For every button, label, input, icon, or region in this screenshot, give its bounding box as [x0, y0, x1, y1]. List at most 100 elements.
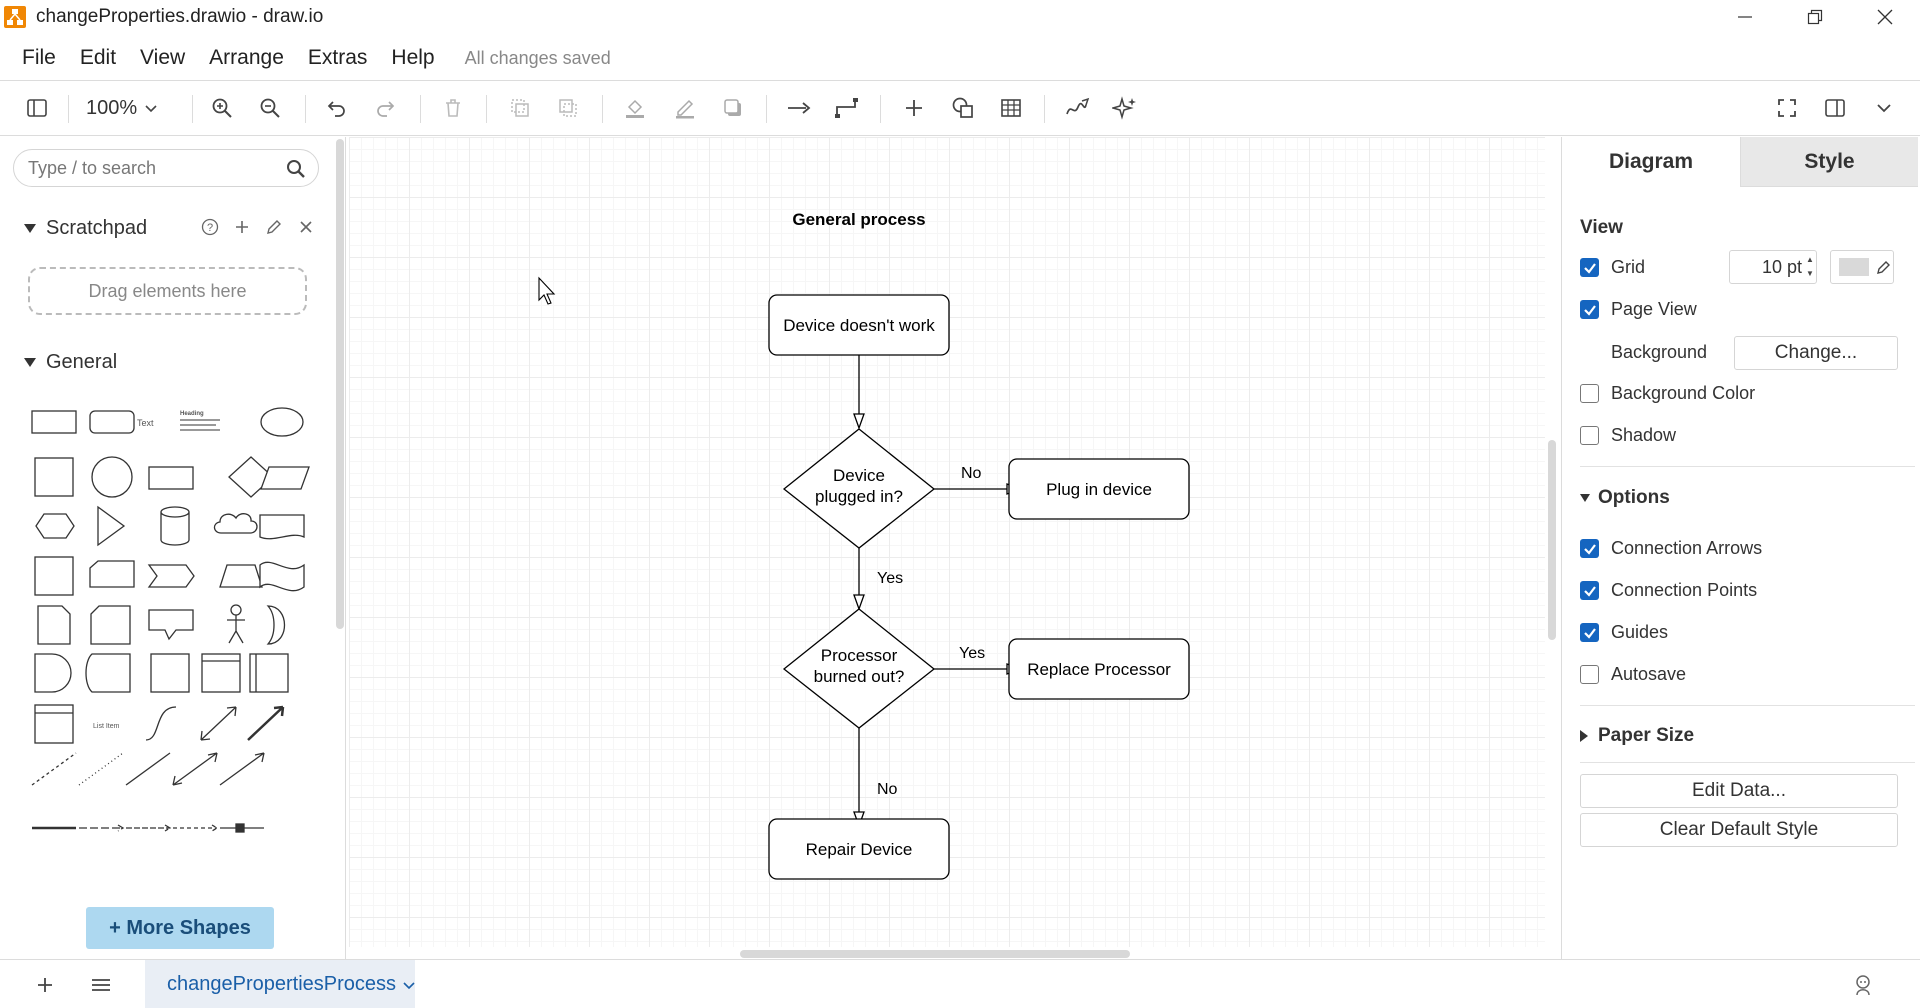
- restore-icon[interactable]: [1780, 0, 1850, 34]
- fullscreen-icon[interactable]: [1770, 91, 1804, 125]
- edit-icon[interactable]: [264, 217, 284, 237]
- guides-checkbox[interactable]: [1580, 623, 1599, 642]
- to-back-icon[interactable]: [551, 91, 585, 125]
- delete-icon[interactable]: [436, 91, 470, 125]
- left-panel-scrollbar[interactable]: [336, 139, 344, 629]
- scratchpad-dropzone[interactable]: Drag elements here: [28, 267, 307, 315]
- directional-connector-shape: [219, 752, 265, 786]
- diagram-canvas[interactable]: General process Device doesn't work Devi…: [349, 137, 1545, 947]
- close-scratchpad-icon[interactable]: [296, 217, 316, 237]
- connection-points-checkbox[interactable]: [1580, 581, 1599, 600]
- clear-default-style-button[interactable]: Clear Default Style: [1580, 813, 1898, 847]
- fill-color-icon[interactable]: [618, 91, 652, 125]
- shapes-icon[interactable]: [946, 91, 980, 125]
- page-view-checkbox[interactable]: [1580, 300, 1599, 319]
- freehand-icon[interactable]: [1061, 91, 1095, 125]
- node-replace-label: Replace Processor: [1027, 660, 1171, 679]
- pages-menu-icon[interactable]: [88, 972, 114, 998]
- shadow-option[interactable]: Shadow: [1580, 425, 1676, 446]
- grid-color-button[interactable]: [1830, 250, 1894, 284]
- internal-storage-shape: [34, 556, 74, 596]
- node-plug-label: Plug in device: [1046, 480, 1152, 499]
- close-icon[interactable]: [1850, 0, 1920, 34]
- zoom-dropdown[interactable]: 100%: [86, 91, 159, 125]
- connection-arrows-checkbox[interactable]: [1580, 539, 1599, 558]
- sidebar-toggle-icon[interactable]: [20, 91, 54, 125]
- guides-label: Guides: [1611, 622, 1669, 642]
- node-d1-label-line1: Device: [833, 466, 885, 485]
- cloud-shape: [213, 513, 258, 534]
- menu-extras[interactable]: Extras: [308, 46, 368, 70]
- add-icon[interactable]: [232, 217, 252, 237]
- grid-option[interactable]: Grid: [1580, 257, 1645, 278]
- help-icon[interactable]: ?: [200, 217, 220, 237]
- shadow-icon[interactable]: [716, 91, 750, 125]
- connection-points-option[interactable]: Connection Points: [1580, 580, 1757, 601]
- ai-generate-icon[interactable]: [1108, 91, 1142, 125]
- search-icon[interactable]: [286, 159, 306, 184]
- canvas-horizontal-scrollbar[interactable]: [740, 950, 1130, 958]
- or-shape: [266, 605, 286, 645]
- search-input[interactable]: [28, 157, 268, 179]
- page-view-option[interactable]: Page View: [1580, 299, 1697, 320]
- bidirectional-arrow-shape: [200, 706, 237, 741]
- zoom-out-icon[interactable]: [253, 91, 287, 125]
- shape-search[interactable]: [13, 149, 319, 187]
- background-label: Background: [1611, 342, 1708, 362]
- zoom-in-icon[interactable]: [205, 91, 239, 125]
- canvas-vertical-scrollbar[interactable]: [1548, 440, 1556, 640]
- menu-file[interactable]: File: [22, 46, 56, 70]
- edit-data-button[interactable]: Edit Data...: [1580, 774, 1898, 808]
- insert-icon[interactable]: [897, 91, 931, 125]
- line-color-icon[interactable]: [668, 91, 702, 125]
- background-color-checkbox[interactable]: [1580, 384, 1599, 403]
- minimize-icon[interactable]: [1710, 0, 1780, 34]
- general-header[interactable]: General: [24, 351, 117, 374]
- format-panel-icon[interactable]: [1818, 91, 1852, 125]
- guides-option[interactable]: Guides: [1580, 622, 1668, 643]
- background-color-option[interactable]: Background Color: [1580, 383, 1755, 404]
- edge-label-d1-no: No: [961, 465, 982, 482]
- window-title: changeProperties.drawio - draw.io: [36, 6, 324, 27]
- tab-diagram[interactable]: Diagram: [1562, 137, 1740, 187]
- grid-checkbox[interactable]: [1580, 258, 1599, 277]
- menu-view[interactable]: View: [140, 46, 185, 70]
- page-view-label: Page View: [1611, 299, 1697, 319]
- grid-label: Grid: [1611, 257, 1646, 277]
- curve-shape: [145, 706, 177, 741]
- collapse-icon[interactable]: [1867, 91, 1901, 125]
- to-front-icon[interactable]: [503, 91, 537, 125]
- autosave-option[interactable]: Autosave: [1580, 664, 1686, 685]
- redo-icon[interactable]: [368, 91, 402, 125]
- feedback-icon[interactable]: [1850, 972, 1876, 998]
- node-repair-label: Repair Device: [806, 840, 913, 859]
- tab-style[interactable]: Style: [1740, 137, 1918, 187]
- table-icon[interactable]: [994, 91, 1028, 125]
- general-shapes-palette[interactable]: Text Heading List Item: [26, 395, 316, 905]
- autosave-checkbox[interactable]: [1580, 665, 1599, 684]
- view-section-title: View: [1580, 217, 1623, 238]
- shadow-checkbox[interactable]: [1580, 426, 1599, 445]
- waypoints-icon[interactable]: [830, 91, 864, 125]
- connection-icon[interactable]: [782, 91, 816, 125]
- menu-edit[interactable]: Edit: [80, 46, 116, 70]
- page-tab[interactable]: changePropertiesProcess: [145, 960, 415, 1008]
- undo-icon[interactable]: [320, 91, 354, 125]
- paper-size-header[interactable]: Paper Size: [1580, 725, 1694, 747]
- grid-size-spinner[interactable]: ▲ ▼: [1806, 253, 1814, 281]
- menu-help[interactable]: Help: [391, 46, 434, 70]
- add-page-icon[interactable]: [32, 972, 58, 998]
- menu-arrange[interactable]: Arrange: [209, 46, 284, 70]
- shapes-panel: Scratchpad ? Drag elements here General: [0, 137, 346, 959]
- heading-shape-label: Heading: [180, 411, 204, 417]
- container-square-shape: [150, 653, 190, 693]
- options-header[interactable]: Options: [1580, 487, 1670, 509]
- change-background-button[interactable]: Change...: [1734, 336, 1898, 370]
- chevron-down-icon: [145, 105, 157, 113]
- grid-size-input[interactable]: 10 pt: [1729, 250, 1817, 284]
- circle-shape: [91, 456, 133, 498]
- bidirectional-connector-shape: [172, 752, 218, 786]
- scratchpad-header[interactable]: Scratchpad: [24, 217, 147, 240]
- more-shapes-button[interactable]: + More Shapes: [86, 907, 274, 949]
- connection-arrows-option[interactable]: Connection Arrows: [1580, 538, 1762, 559]
